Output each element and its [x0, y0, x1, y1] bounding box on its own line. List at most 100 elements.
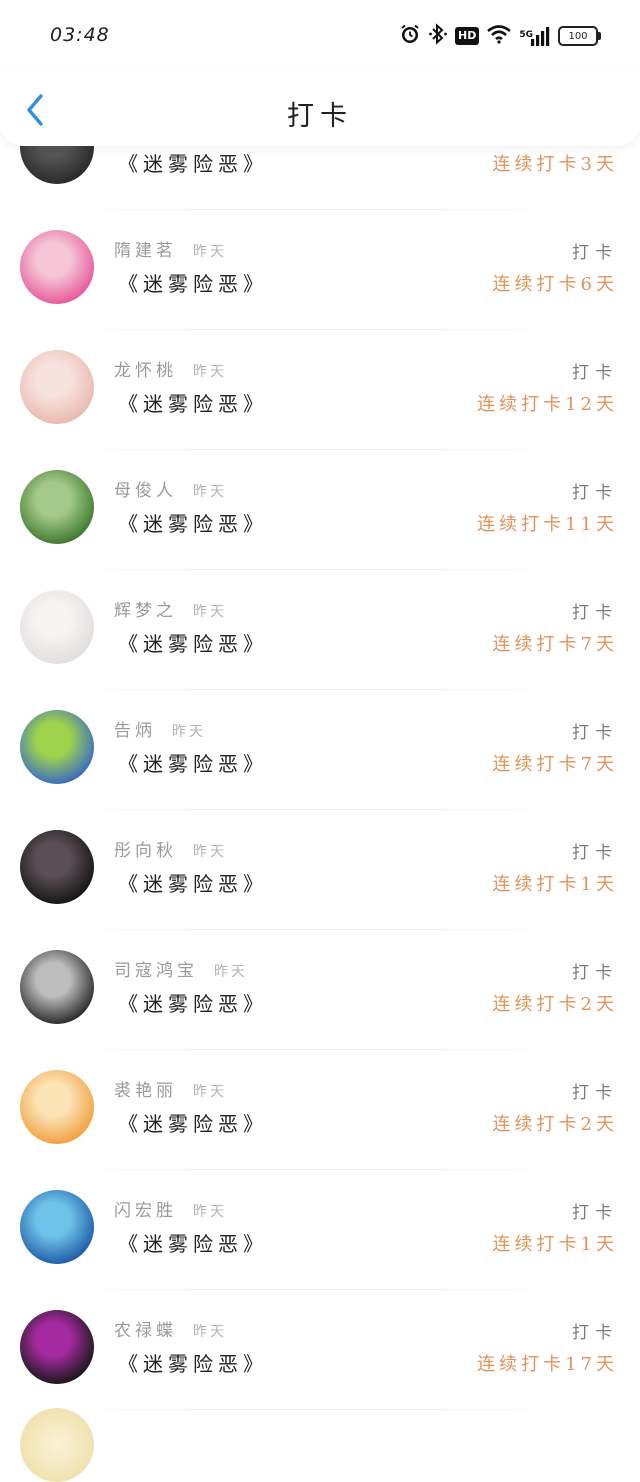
- avatar[interactable]: [20, 1190, 94, 1264]
- checkin-label: 打卡: [572, 1323, 618, 1343]
- user-name-text: 母俊人: [114, 481, 177, 501]
- divider: [104, 449, 528, 450]
- avatar[interactable]: [20, 1070, 94, 1144]
- user-name-text: 彤向秋: [114, 841, 177, 861]
- book-title: 《迷雾险恶》: [118, 512, 268, 536]
- streak-label: 连续打卡12天: [477, 394, 618, 415]
- avatar[interactable]: [20, 1408, 94, 1482]
- list-item[interactable]: 隋建茗 昨天《迷雾险恶》 打卡连续打卡6天: [0, 212, 640, 332]
- user-name-text: 农禄蝶: [114, 1321, 177, 1341]
- list-item[interactable]: 辉梦之 昨天《迷雾险恶》 打卡连续打卡7天: [0, 572, 640, 692]
- divider: [104, 1049, 528, 1050]
- book-title: 《迷雾险恶》: [118, 632, 268, 656]
- user-name: 农禄蝶 昨天: [114, 1316, 227, 1341]
- divider: [104, 329, 528, 330]
- user-name-text: 辉梦之: [114, 601, 177, 621]
- checkin-time: 昨天: [193, 484, 227, 500]
- status-bar: 03:48 HD 5G 100: [0, 0, 640, 70]
- header: 打卡: [0, 70, 640, 146]
- checkin-label: 打卡: [572, 483, 618, 503]
- avatar[interactable]: [20, 710, 94, 784]
- streak-label: 连续打卡1天: [492, 874, 618, 895]
- divider: [104, 209, 528, 210]
- page-title: 打卡: [287, 101, 353, 132]
- divider: [104, 809, 528, 810]
- avatar[interactable]: [20, 950, 94, 1024]
- book-title: 《迷雾险恶》: [118, 1232, 268, 1256]
- checkin-time: 昨天: [172, 724, 206, 740]
- user-name: 母俊人 昨天: [114, 476, 227, 501]
- avatar[interactable]: [20, 350, 94, 424]
- list-item[interactable]: 告炳 昨天《迷雾险恶》 打卡连续打卡7天: [0, 692, 640, 812]
- divider: [104, 1169, 528, 1170]
- streak-label: 连续打卡17天: [477, 1354, 618, 1375]
- user-name: 龙怀桃 昨天: [114, 356, 227, 381]
- checkin-label: 打卡: [572, 363, 618, 383]
- list-item[interactable]: 司寇鸿宝 昨天《迷雾险恶》 打卡连续打卡2天: [0, 932, 640, 1052]
- book-title: 《迷雾险恶》: [118, 872, 268, 896]
- streak-label: 连续打卡1天: [492, 1234, 618, 1255]
- list-item[interactable]: 裘艳丽 昨天 《迷雾险恶》 打卡 连续打卡2天: [0, 1052, 640, 1172]
- book-title: 《迷雾险恶》: [118, 1352, 268, 1376]
- user-name: 裘艳丽 昨天: [114, 1076, 227, 1101]
- divider: [104, 1409, 528, 1410]
- divider: [104, 569, 528, 570]
- list-item[interactable]: 彤向秋 昨天《迷雾险恶》 打卡连续打卡1天: [0, 812, 640, 932]
- status-icons: HD 5G 100: [399, 22, 601, 50]
- user-name: 隋建茗 昨天: [114, 236, 227, 261]
- checkin-time: 昨天: [193, 604, 227, 620]
- streak-label: 连续打卡3天: [492, 154, 618, 175]
- wifi-icon: [486, 24, 512, 48]
- avatar[interactable]: [20, 470, 94, 544]
- checkin-time: 昨天: [193, 244, 227, 260]
- avatar[interactable]: [20, 590, 94, 664]
- streak-label: 连续打卡6天: [492, 274, 618, 295]
- checkin-label: 打卡: [572, 963, 618, 983]
- user-name-text: 龙怀桃: [114, 361, 177, 381]
- bluetooth-icon: [428, 23, 448, 49]
- checkin-time: 昨天: [193, 364, 227, 380]
- user-name: 告炳 昨天: [114, 716, 206, 741]
- streak-label: 连续打卡2天: [492, 994, 618, 1015]
- streak-label: 连续打卡7天: [492, 754, 618, 775]
- checkin-time: 昨天: [214, 964, 248, 980]
- user-name: 闪宏胜 昨天: [114, 1196, 227, 1221]
- divider: [104, 1289, 528, 1290]
- hd-icon: HD: [455, 27, 480, 45]
- avatar[interactable]: [20, 230, 94, 304]
- alarm-icon: [399, 23, 421, 49]
- checkin-label: 打卡: [572, 603, 618, 623]
- streak-label: 连续打卡7天: [492, 634, 618, 655]
- list-item[interactable]: 闪宏胜 昨天《迷雾险恶》 打卡连续打卡1天: [0, 1172, 640, 1292]
- checkin-label: 打卡: [572, 723, 618, 743]
- list-item[interactable]: 龙怀桃 昨天《迷雾险恶》 打卡连续打卡12天: [0, 332, 640, 452]
- avatar[interactable]: [20, 830, 94, 904]
- checkin-time: 昨天: [193, 1084, 227, 1100]
- checkin-time: 昨天: [193, 844, 227, 860]
- divider: [104, 689, 528, 690]
- user-name-text: 裘艳丽: [114, 1081, 177, 1101]
- avatar[interactable]: [20, 1310, 94, 1384]
- user-name-text: 告炳: [114, 721, 156, 741]
- list-item[interactable]: 母俊人 昨天《迷雾险恶》 打卡连续打卡11天: [0, 452, 640, 572]
- checkin-label: 打卡: [572, 843, 618, 863]
- user-name: 辉梦之 昨天: [114, 596, 227, 621]
- user-name-text: 闪宏胜: [114, 1201, 177, 1221]
- book-title: 《迷雾险恶》: [118, 392, 268, 416]
- streak-label: 连续打卡11天: [477, 514, 618, 535]
- streak-label: 连续打卡2天: [492, 1114, 618, 1135]
- checkin-label: 打卡: [572, 243, 618, 263]
- checkin-time: 昨天: [193, 1204, 227, 1220]
- user-name-text: 司寇鸿宝: [114, 961, 198, 981]
- book-title: 《迷雾险恶》: [118, 152, 268, 176]
- list-item[interactable]: 农禄蝶 昨天《迷雾险恶》 打卡连续打卡17天: [0, 1292, 640, 1412]
- status-time: 03:48: [50, 24, 110, 46]
- book-title: 《迷雾险恶》: [118, 272, 268, 296]
- book-title: 《迷雾险恶》: [118, 752, 268, 776]
- user-name-text: 隋建茗: [114, 241, 177, 261]
- book-title: 《迷雾险恶》: [118, 992, 268, 1016]
- 5g-signal-icon: 5G: [519, 25, 551, 47]
- checkin-time: 昨天: [193, 1324, 227, 1340]
- checkin-label: 打卡: [572, 1083, 618, 1103]
- checkin-label: 打卡: [572, 1203, 618, 1223]
